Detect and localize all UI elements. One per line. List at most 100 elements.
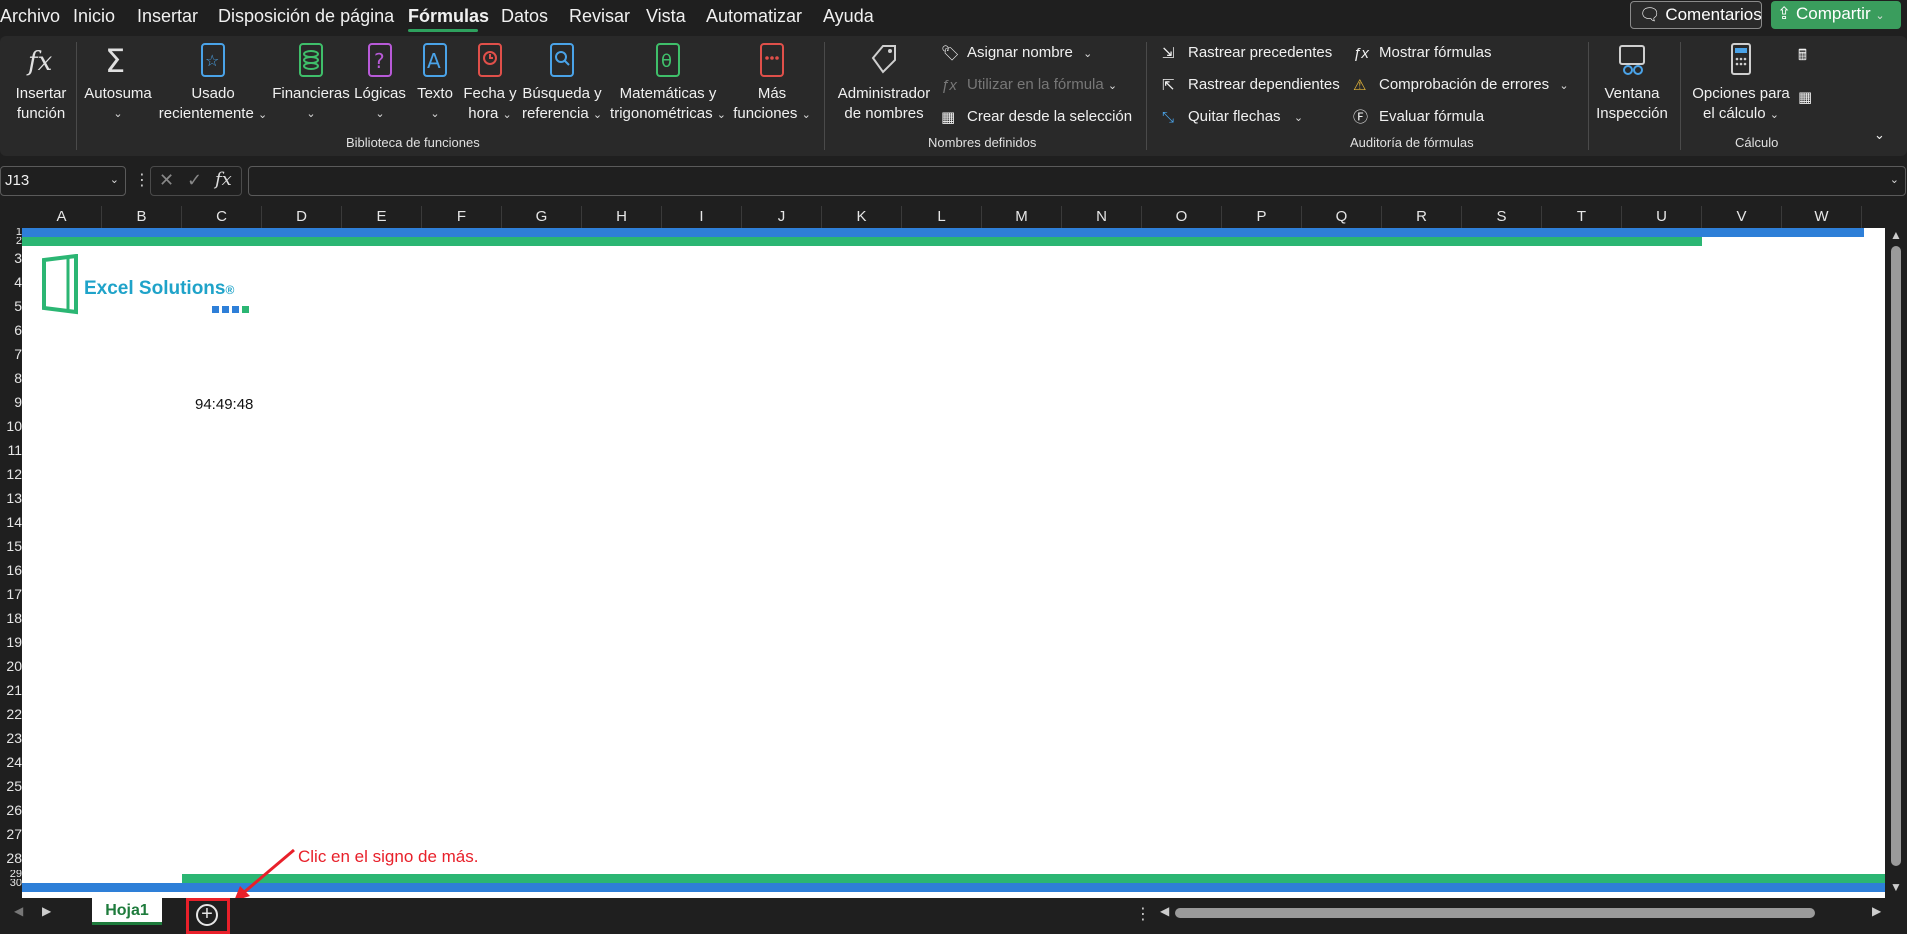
column-header-J[interactable]: J <box>742 206 822 228</box>
row-header-19[interactable]: 19 <box>0 630 22 654</box>
name-box[interactable]: J13 ⌄ <box>0 166 126 196</box>
error-checking-button[interactable]: ⚠ Comprobación de errores ⌄ <box>1353 74 1569 98</box>
more-options-icon[interactable]: ⋮ <box>1135 904 1151 924</box>
calculate-sheet-button[interactable]: ▦ <box>1798 86 1824 110</box>
column-header-V[interactable]: V <box>1702 206 1782 228</box>
define-name-button[interactable]: 🏷 Asignar nombre ⌄ <box>941 42 1092 66</box>
column-header-A[interactable]: A <box>22 206 102 228</box>
column-header-H[interactable]: H <box>582 206 662 228</box>
row-header-24[interactable]: 24 <box>0 750 22 774</box>
vertical-scrollbar[interactable]: ▲ ▼ <box>1885 228 1907 898</box>
row-header-5[interactable]: 5 <box>0 294 22 318</box>
column-header-F[interactable]: F <box>422 206 502 228</box>
datetime-button[interactable]: Fecha y hora ⌄ <box>462 40 518 125</box>
menu-revisar[interactable]: Revisar <box>569 6 630 27</box>
scroll-down-icon[interactable]: ▼ <box>1890 880 1902 894</box>
math-button[interactable]: θ Matemáticas y trigonométricas ⌄ <box>606 40 730 125</box>
use-in-formula-button[interactable]: ƒx Utilizar en la fórmula ⌄ <box>941 74 1117 98</box>
horizontal-scroll-thumb[interactable] <box>1175 908 1815 918</box>
prev-sheet-icon[interactable]: ◀ <box>14 904 23 918</box>
row-header-12[interactable]: 12 <box>0 462 22 486</box>
text-button[interactable]: A Texto ⌄ <box>410 40 460 124</box>
scroll-left-icon[interactable]: ◀ <box>1160 904 1169 918</box>
comments-button[interactable]: 🗨 Comentarios <box>1630 1 1762 29</box>
insert-function-button[interactable]: fx Insertar función <box>6 40 76 124</box>
trace-precedents-button[interactable]: ⇲ Rastrear precedentes <box>1162 42 1332 66</box>
menu-archivo[interactable]: Archivo <box>0 6 60 27</box>
sheet-tab-hoja1[interactable]: Hoja1 <box>92 898 162 925</box>
cancel-icon[interactable]: ✕ <box>159 170 174 191</box>
column-header-U[interactable]: U <box>1622 206 1702 228</box>
row-header-30[interactable]: 30 <box>0 879 22 888</box>
row-header-11[interactable]: 11 <box>0 438 22 462</box>
recently-used-button[interactable]: ☆ Usado recientemente ⌄ <box>156 40 270 125</box>
row-header-28[interactable]: 28 <box>0 846 22 870</box>
row-header-3[interactable]: 3 <box>0 246 22 270</box>
add-sheet-button[interactable]: + <box>196 904 218 926</box>
row-header-15[interactable]: 15 <box>0 534 22 558</box>
column-header-Q[interactable]: Q <box>1302 206 1382 228</box>
row-header-26[interactable]: 26 <box>0 798 22 822</box>
menu-inicio[interactable]: Inicio <box>73 6 115 27</box>
menu-insertar[interactable]: Insertar <box>137 6 198 27</box>
row-header-21[interactable]: 21 <box>0 678 22 702</box>
row-header-17[interactable]: 17 <box>0 582 22 606</box>
row-header-9[interactable]: 9 <box>0 390 22 414</box>
trace-dependents-button[interactable]: ⇱ Rastrear dependientes <box>1162 74 1340 98</box>
financial-button[interactable]: Financieras ⌄ <box>272 40 350 124</box>
scroll-right-icon[interactable]: ▶ <box>1872 904 1881 918</box>
column-header-G[interactable]: G <box>502 206 582 228</box>
share-button[interactable]: ⇪ Compartir ⌄ <box>1771 1 1901 29</box>
cell-c9-value[interactable]: 94:49:48 <box>195 396 253 413</box>
row-header-27[interactable]: 27 <box>0 822 22 846</box>
name-manager-button[interactable]: Administrador de nombres <box>834 40 934 124</box>
row-header-16[interactable]: 16 <box>0 558 22 582</box>
column-header-W[interactable]: W <box>1782 206 1862 228</box>
row-header-6[interactable]: 6 <box>0 318 22 342</box>
show-formulas-button[interactable]: ƒx Mostrar fórmulas <box>1353 42 1492 66</box>
logical-button[interactable]: ? Lógicas ⌄ <box>352 40 408 124</box>
more-icon[interactable]: ⋮ <box>134 170 150 190</box>
column-header-L[interactable]: L <box>902 206 982 228</box>
column-header-S[interactable]: S <box>1462 206 1542 228</box>
row-header-23[interactable]: 23 <box>0 726 22 750</box>
remove-arrows-button[interactable]: ⤡ Quitar flechas ⌄ <box>1162 106 1303 130</box>
create-from-selection-button[interactable]: ▦ Crear desde la selección <box>941 106 1132 130</box>
row-header-25[interactable]: 25 <box>0 774 22 798</box>
more-functions-button[interactable]: Más funciones ⌄ <box>732 40 812 125</box>
row-header-4[interactable]: 4 <box>0 270 22 294</box>
row-header-7[interactable]: 7 <box>0 342 22 366</box>
row-header-8[interactable]: 8 <box>0 366 22 390</box>
column-header-E[interactable]: E <box>342 206 422 228</box>
column-header-O[interactable]: O <box>1142 206 1222 228</box>
calc-options-button[interactable]: Opciones para el cálculo ⌄ <box>1686 40 1796 125</box>
column-header-I[interactable]: I <box>662 206 742 228</box>
column-header-C[interactable]: C <box>182 206 262 228</box>
menu-datos[interactable]: Datos <box>501 6 548 27</box>
calculate-now-button[interactable]: 🖩 <box>1798 44 1824 68</box>
fx-icon[interactable]: fx <box>215 169 232 190</box>
row-header-1[interactable]: 1 <box>0 228 22 237</box>
menu-automatizar[interactable]: Automatizar <box>706 6 802 27</box>
row-header-20[interactable]: 20 <box>0 654 22 678</box>
menu-formulas[interactable]: Fórmulas <box>408 6 489 27</box>
worksheet[interactable]: ABCDEFGHIJKLMNOPQRSTUVW 1 2 3 4 5 6 7 8 9 10 11 12 1… <box>0 206 1907 901</box>
row-header-13[interactable]: 13 <box>0 486 22 510</box>
ribbon-collapse-button[interactable]: ⌄ <box>1874 124 1885 148</box>
column-header-K[interactable]: K <box>822 206 902 228</box>
menu-vista[interactable]: Vista <box>646 6 686 27</box>
row-header-29[interactable]: 29 <box>0 870 22 879</box>
column-header-P[interactable]: P <box>1222 206 1302 228</box>
menu-disposicion[interactable]: Disposición de página <box>218 6 394 27</box>
next-sheet-icon[interactable]: ▶ <box>42 904 51 918</box>
confirm-icon[interactable]: ✓ <box>187 170 202 191</box>
formula-input[interactable]: ⌄ <box>248 166 1906 196</box>
row-header-18[interactable]: 18 <box>0 606 22 630</box>
watch-window-button[interactable]: Ventana Inspección <box>1592 40 1672 124</box>
column-header-T[interactable]: T <box>1542 206 1622 228</box>
row-header-10[interactable]: 10 <box>0 414 22 438</box>
scroll-up-icon[interactable]: ▲ <box>1890 228 1902 242</box>
lookup-button[interactable]: Búsqueda y referencia ⌄ <box>520 40 604 125</box>
menu-ayuda[interactable]: Ayuda <box>823 6 874 27</box>
row-header-2[interactable]: 2 <box>0 237 22 246</box>
